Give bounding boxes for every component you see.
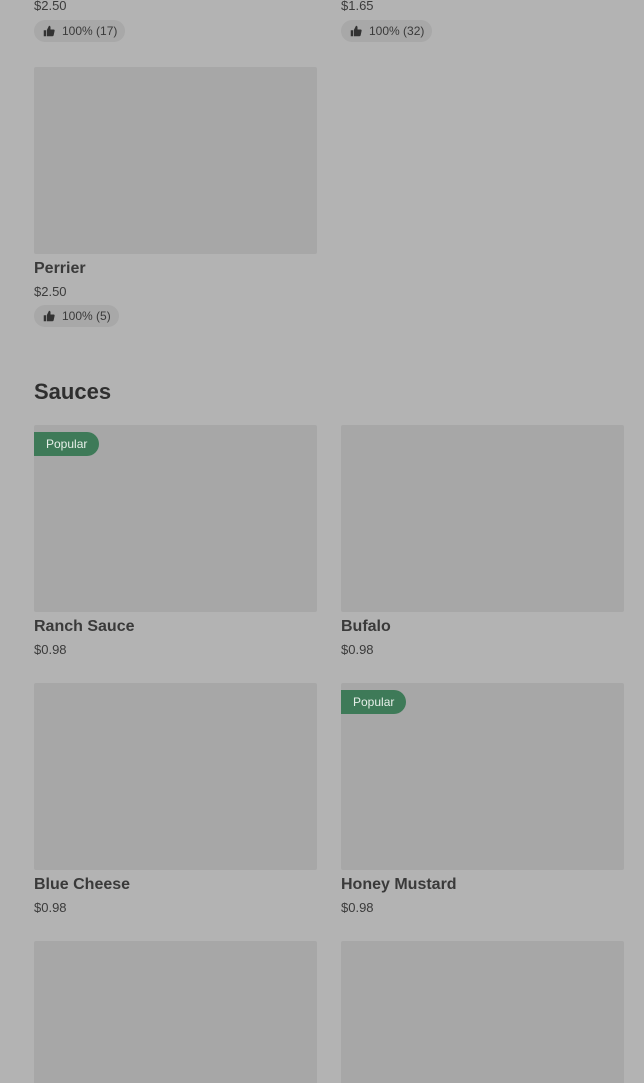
item-image-perrier[interactable] (34, 67, 317, 254)
item-image[interactable] (34, 941, 317, 1083)
item-price: $0.98 (341, 900, 374, 915)
rating-text: 100% (32) (369, 24, 425, 38)
thumbs-up-icon (350, 25, 362, 37)
item-image-blue-cheese[interactable] (34, 683, 317, 870)
item-price: $0.98 (34, 642, 67, 657)
item-price: $1.65 (341, 0, 374, 13)
rating-text: 100% (17) (62, 24, 118, 38)
item-image-bufalo[interactable] (341, 425, 624, 612)
item-name-honey-mustard[interactable]: Honey Mustard (341, 876, 457, 894)
item-price: $0.98 (34, 900, 67, 915)
item-name-perrier[interactable]: Perrier (34, 260, 86, 278)
rating-pill: 100% (17) (34, 20, 126, 42)
section-title-sauces: Sauces (34, 379, 112, 404)
rating-text: 100% (5) (62, 309, 111, 323)
item-price: $0.98 (341, 642, 374, 657)
item-image[interactable] (341, 941, 624, 1083)
item-name-blue-cheese[interactable]: Blue Cheese (34, 876, 130, 894)
item-price: $2.50 (34, 0, 67, 13)
item-name-ranch-sauce[interactable]: Ranch Sauce (34, 618, 134, 636)
item-name-bufalo[interactable]: Bufalo (341, 618, 391, 636)
thumbs-up-icon (43, 25, 55, 37)
popular-badge: Popular (34, 432, 100, 456)
rating-pill: 100% (32) (341, 20, 433, 42)
item-price: $2.50 (34, 284, 67, 299)
thumbs-up-icon (43, 310, 55, 322)
rating-pill: 100% (5) (34, 305, 119, 327)
popular-badge: Popular (341, 690, 407, 714)
